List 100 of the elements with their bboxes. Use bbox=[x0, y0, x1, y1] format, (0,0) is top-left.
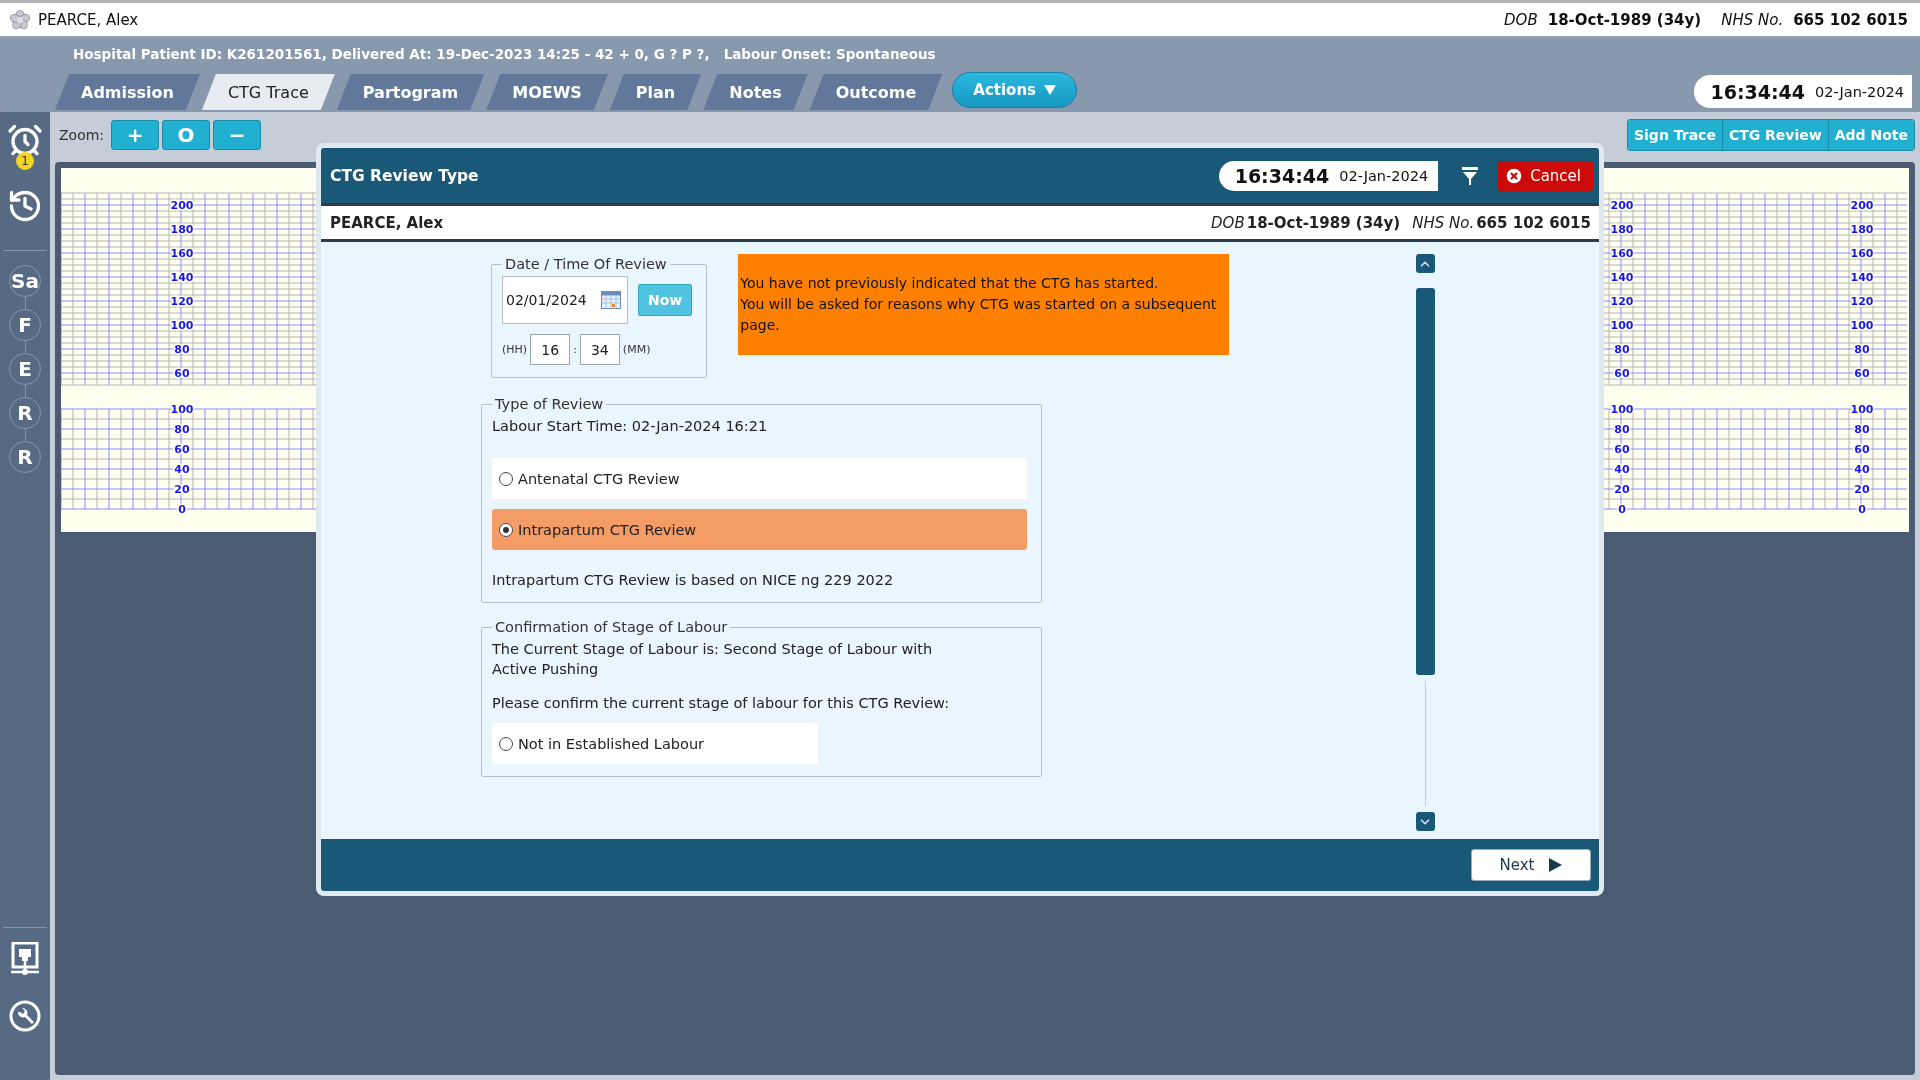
axis-tick-label: 180 bbox=[170, 223, 194, 236]
nav-tab[interactable]: CTG Trace bbox=[201, 74, 335, 110]
axis-tick-label: 180 bbox=[1850, 223, 1874, 236]
radio-button[interactable] bbox=[499, 522, 513, 537]
patient-name: PEARCE, Alex bbox=[38, 10, 139, 29]
nhs-value: 665 102 6015 bbox=[1476, 213, 1591, 232]
axis-tick-label: 60 bbox=[1854, 367, 1870, 380]
axis-tick-label: 160 bbox=[170, 247, 194, 260]
axis-tick-label: 120 bbox=[1850, 295, 1874, 308]
stage-prompt-text: Please confirm the current stage of labour for this CTG Review: bbox=[492, 694, 951, 713]
axis-tick-label: 100 bbox=[170, 319, 194, 332]
hours-label: (HH) bbox=[502, 343, 528, 356]
axis-tick-label: 140 bbox=[1850, 271, 1874, 284]
time-separator: : bbox=[573, 343, 577, 356]
axis-tick-label: 140 bbox=[1610, 271, 1634, 284]
filter-icon[interactable] bbox=[1462, 166, 1479, 185]
axis-tick-label: 0 bbox=[1618, 503, 1626, 516]
axis-tick-label: 40 bbox=[174, 463, 190, 476]
alarm-count-badge: 1 bbox=[16, 152, 34, 170]
axis-tick-label: 60 bbox=[1614, 443, 1630, 456]
nhs-label: NHS No. bbox=[1412, 213, 1475, 232]
axis-tick-label: 100 bbox=[1850, 403, 1874, 416]
dob-label: DOB bbox=[1211, 213, 1245, 232]
date-field[interactable]: 02/01/2024 bbox=[502, 276, 628, 324]
axis-tick-label: 60 bbox=[174, 367, 190, 380]
radio-button[interactable] bbox=[499, 736, 513, 751]
axis-tick-label: 100 bbox=[1610, 319, 1634, 332]
dialog-title: CTG Review Type bbox=[330, 166, 479, 185]
clock-date: 02-Jan-2024 bbox=[1339, 167, 1429, 184]
labour-start-text: Labour Start Time: 02-Jan-2024 16:21 bbox=[492, 417, 769, 436]
nhs-value: 665 102 6015 bbox=[1793, 10, 1908, 29]
review-type-option[interactable]: Intrapartum CTG Review bbox=[492, 509, 1027, 550]
axis-tick-label: 200 bbox=[1610, 199, 1634, 212]
hours-field[interactable]: 16 bbox=[530, 334, 571, 365]
group-legend: Confirmation of Stage of Labour bbox=[492, 619, 731, 635]
axis-tick-label: 40 bbox=[1854, 463, 1870, 476]
axis-tick-label: 60 bbox=[1854, 443, 1870, 456]
axis-tick-label: 120 bbox=[170, 295, 194, 308]
axis-tick-label: 60 bbox=[1614, 367, 1630, 380]
nav-tab[interactable]: Partogram bbox=[336, 74, 485, 110]
axis-tick-label: 80 bbox=[174, 423, 190, 436]
flower-icon bbox=[10, 9, 30, 30]
current-stage-text: The Current Stage of Labour is: Second Stage of Labour with Active Pushing bbox=[492, 640, 934, 679]
dob-value: 18-Oct-1989 (34y) bbox=[1246, 213, 1401, 232]
axis-tick-label: 80 bbox=[1854, 343, 1870, 356]
axis-tick-label: 80 bbox=[1854, 423, 1870, 436]
nav-tab[interactable]: Outcome bbox=[809, 74, 943, 110]
group-legend: Type of Review bbox=[492, 396, 607, 412]
close-icon bbox=[1504, 165, 1525, 186]
axis-tick-label: 160 bbox=[1610, 247, 1634, 260]
next-button[interactable]: Next bbox=[1471, 849, 1591, 881]
axis-tick-label: 80 bbox=[174, 343, 190, 356]
caret-icon bbox=[1044, 85, 1057, 95]
scroll-down-button[interactable] bbox=[1415, 812, 1435, 831]
clock-time: 16:34:44 bbox=[1234, 164, 1330, 187]
nav-tab[interactable]: MOEWS bbox=[486, 74, 608, 110]
nhs-label: NHS No. bbox=[1721, 10, 1784, 29]
axis-tick-label: 0 bbox=[1858, 503, 1866, 516]
network-icon[interactable] bbox=[10, 942, 40, 978]
axis-tick-label: 0 bbox=[178, 503, 186, 516]
scroll-thumb[interactable] bbox=[1415, 288, 1435, 675]
warning-message: You have not previously indicated that the CTG has started. You will be asked for reasons why CTG was started on a subsequent page. bbox=[738, 254, 1230, 355]
radio-button[interactable] bbox=[499, 471, 513, 486]
zoom-label: Zoom: bbox=[59, 127, 105, 143]
nav-tab[interactable]: Admission bbox=[55, 74, 200, 110]
cancel-button[interactable]: Cancel bbox=[1498, 160, 1593, 191]
minutes-field[interactable]: 34 bbox=[579, 334, 620, 365]
group-legend: Date / Time Of Review bbox=[502, 256, 670, 272]
clock-date: 02-Jan-2024 bbox=[1815, 83, 1904, 100]
alarm-clock-icon[interactable] bbox=[7, 122, 43, 158]
axis-tick-label: 200 bbox=[170, 199, 194, 212]
axis-tick-label: 20 bbox=[174, 483, 190, 496]
history-clock-icon[interactable] bbox=[7, 188, 43, 224]
nav-tab[interactable]: Plan bbox=[609, 74, 702, 110]
patient-info-line: Hospital Patient ID: K261201561, Delivered At: 19-Dec-2023 14:25 - 42 + 0, G ? P ?, Labour Onset: Spontaneous bbox=[73, 46, 937, 64]
axis-tick-label: 120 bbox=[1610, 295, 1634, 308]
review-type-option[interactable]: Antenatal CTG Review bbox=[492, 458, 1027, 499]
axis-tick-label: 100 bbox=[1850, 319, 1874, 332]
axis-tick-label: 100 bbox=[1610, 403, 1634, 416]
minutes-label: (MM) bbox=[622, 343, 651, 356]
axis-tick-label: 80 bbox=[1614, 343, 1630, 356]
calendar-icon[interactable] bbox=[601, 291, 621, 309]
wrench-icon[interactable] bbox=[9, 1000, 41, 1032]
review-basis-note: Intrapartum CTG Review is based on NICE ng 229 2022 bbox=[492, 571, 895, 590]
axis-tick-label: 180 bbox=[1610, 223, 1634, 236]
axis-tick-label: 100 bbox=[170, 403, 194, 416]
axis-tick-label: 80 bbox=[1614, 423, 1630, 436]
axis-tick-label: 20 bbox=[1854, 483, 1870, 496]
axis-tick-label: 60 bbox=[174, 443, 190, 456]
scroll-up-button[interactable] bbox=[1415, 254, 1435, 273]
axis-tick-label: 20 bbox=[1614, 483, 1630, 496]
dialog-patient-name: PEARCE, Alex bbox=[330, 213, 444, 232]
dob-label: DOB bbox=[1504, 10, 1538, 29]
dob-value: 18-Oct-1989 (34y) bbox=[1547, 10, 1702, 29]
stage-option[interactable]: Not in Established Labour bbox=[492, 723, 818, 764]
axis-tick-label: 40 bbox=[1614, 463, 1630, 476]
axis-tick-label: 200 bbox=[1850, 199, 1874, 212]
clock-time: 16:34:44 bbox=[1710, 80, 1805, 103]
axis-tick-label: 160 bbox=[1850, 247, 1874, 260]
nav-tab[interactable]: Notes bbox=[703, 74, 808, 110]
